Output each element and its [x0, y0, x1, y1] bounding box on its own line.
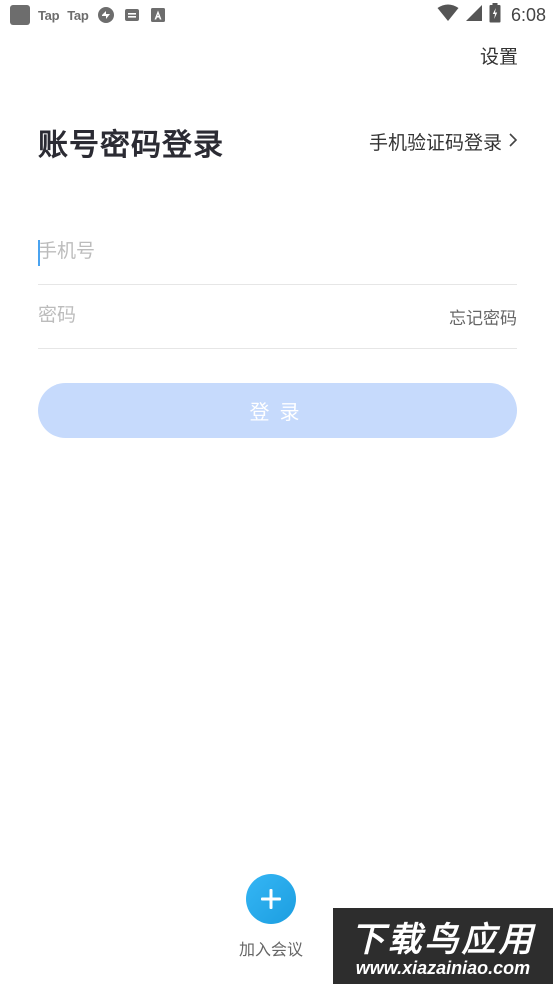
sms-login-label: 手机验证码登录 — [368, 132, 502, 154]
join-meeting-button[interactable]: 加入会议 — [222, 874, 320, 960]
battery-icon — [489, 3, 501, 27]
status-bar-right: 6:08 — [437, 3, 546, 27]
chevron-right-icon — [508, 131, 518, 153]
status-bar: Tap Tap 6:08 — [0, 0, 556, 30]
sms-login-link[interactable]: 手机验证码登录 — [369, 128, 518, 155]
plus-icon — [261, 889, 281, 909]
page-title: 账号密码登录 — [38, 128, 224, 163]
phone-field — [38, 220, 517, 285]
a-box-icon — [149, 6, 167, 24]
watermark-url: www.xiazainiao.com — [355, 958, 531, 978]
login-button[interactable]: 登录 — [38, 383, 517, 438]
tap-icon: Tap — [67, 7, 89, 23]
password-input[interactable] — [38, 284, 398, 346]
watermark: 下载鸟应用 www.xiazainiao.com — [333, 908, 553, 984]
app-square-icon — [10, 5, 30, 25]
status-time: 6:08 — [510, 4, 546, 25]
phone-input[interactable] — [38, 220, 398, 282]
wifi-icon — [437, 4, 459, 26]
text-cursor — [38, 240, 40, 266]
join-meeting-circle[interactable] — [246, 874, 296, 924]
watermark-title: 下载鸟应用 — [350, 920, 536, 960]
forgot-password-link[interactable]: 忘记密码 — [449, 304, 517, 329]
join-meeting-label: 加入会议 — [238, 940, 303, 959]
password-field: 忘记密码 — [38, 284, 517, 349]
status-bar-left: Tap Tap — [10, 4, 167, 26]
sync-icon — [97, 6, 115, 24]
tap-icon: Tap — [38, 7, 60, 23]
settings-link[interactable]: 设置 — [480, 42, 518, 69]
message-icon — [123, 6, 141, 24]
signal-icon — [465, 4, 483, 26]
